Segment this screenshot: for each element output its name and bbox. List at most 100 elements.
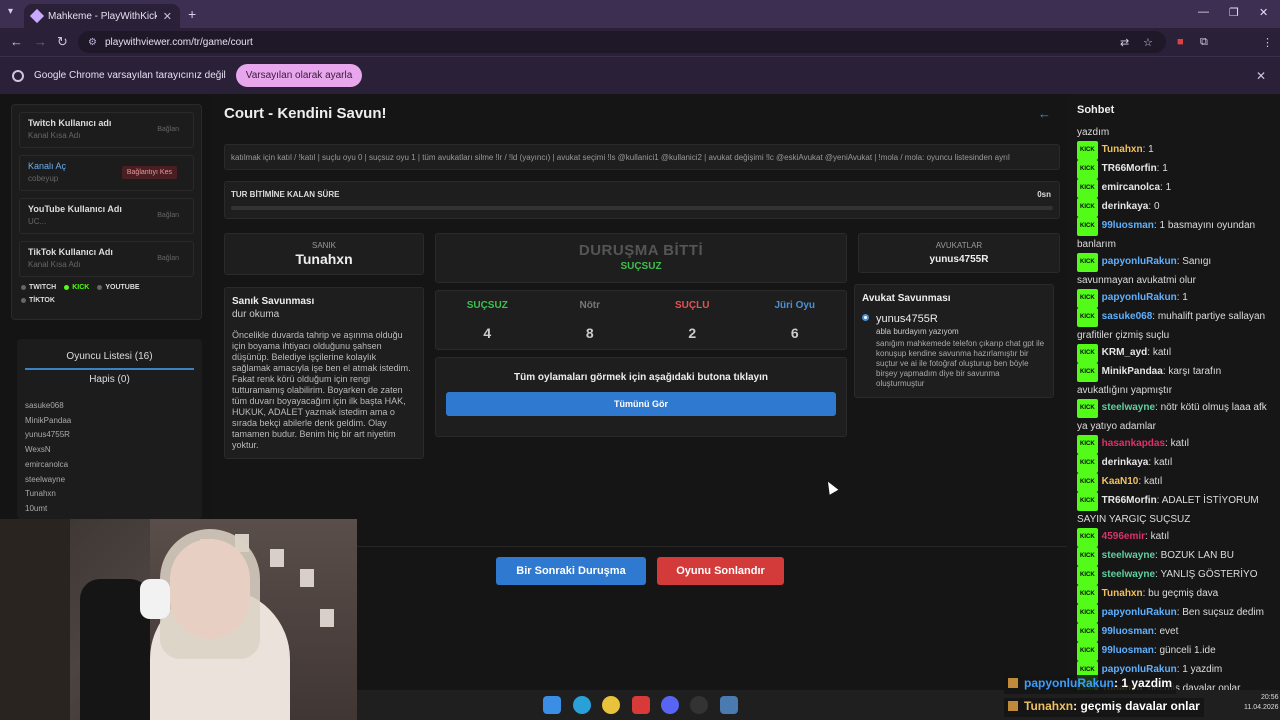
webcam-photo — [300, 569, 314, 587]
menu-kebab-icon[interactable]: ⋮ — [1262, 36, 1273, 49]
chat-message: KICK steelwayne: BOZUK LAN BU — [1077, 547, 1270, 566]
kick-badge-icon: KICK — [1077, 253, 1098, 272]
lawyers-name: yunus4755R — [929, 254, 989, 265]
radio-icon[interactable] — [862, 314, 869, 321]
chat-username[interactable]: KaaN10 — [1102, 476, 1139, 487]
chat-username[interactable]: hasankapdas — [1102, 438, 1165, 449]
chat-username[interactable]: derinkaya — [1102, 201, 1149, 212]
new-tab-icon[interactable]: + — [188, 6, 196, 22]
defendant-defense: Sanık Savunması dur okuma Öncelikle duva… — [224, 287, 424, 459]
kick-badge-icon: KICK — [1077, 454, 1098, 473]
app-icon[interactable] — [632, 696, 650, 714]
defense-title: Sanık Savunması — [232, 296, 315, 307]
chat-username[interactable]: papyonluRakun — [1102, 607, 1177, 618]
chat-username[interactable]: steelwayne — [1102, 550, 1155, 561]
viewer-icon — [1008, 678, 1018, 688]
back-arrow-icon[interactable]: ← — [1038, 106, 1051, 121]
next-trial-button[interactable]: Bir Sonraki Duruşma — [496, 557, 646, 585]
trial-status-card: DURUŞMA BİTTİ SUÇSUZ — [435, 233, 847, 283]
chat-username[interactable]: MinikPandaa — [1102, 366, 1163, 377]
site-info-icon[interactable]: ⚙ — [88, 37, 97, 48]
end-game-button[interactable]: Oyunu Sonlandır — [657, 557, 784, 585]
tab-court[interactable]: Mahkeme - PlayWithKick | Play ✕ — [24, 4, 180, 28]
chat-username[interactable]: TR66Morfin — [1102, 495, 1157, 506]
chat-username[interactable]: 99luosman — [1102, 220, 1154, 231]
chrome-taskbar-icon[interactable] — [602, 696, 620, 714]
windows-start-icon[interactable] — [543, 696, 561, 714]
accounts-panel: Twitch Kullanıcı adı Kanal Kısa Adı Bağl… — [11, 104, 202, 320]
tiktok-connect-button[interactable]: Bağlan — [157, 255, 179, 262]
chat-username[interactable]: emircanolca — [1102, 182, 1160, 193]
set-default-button[interactable]: Varsayılan olarak ayarla — [235, 64, 363, 87]
see-all-button[interactable]: Tümünü Gör — [446, 392, 836, 416]
vote-count: 2 — [688, 325, 697, 341]
disconnect-button[interactable]: Bağlantıyı Kes — [121, 166, 177, 179]
timer-label: TUR BİTİMİNE KALAN SÜRE — [231, 190, 340, 199]
kick-badge-icon: KICK — [1077, 623, 1098, 642]
overlay-chat-line: papyonluRakun: 1 yazdim — [1004, 675, 1177, 694]
maximize-icon[interactable]: ❐ — [1229, 6, 1239, 19]
timer-progress-bar — [231, 206, 1053, 210]
chat-username[interactable]: papyonluRakun — [1102, 256, 1177, 267]
tab-search-icon[interactable]: ▾ — [8, 6, 13, 17]
close-tab-icon[interactable]: ✕ — [163, 10, 172, 23]
chat-message: KICK 4596emir: katıl — [1077, 528, 1270, 547]
platform-twitch: TWITCH — [21, 284, 56, 291]
timer-value: 0sn — [1037, 190, 1051, 199]
address-bar[interactable]: ⚙ playwithviewer.com/tr/game/court — [78, 31, 1166, 53]
chat-text: Ben suçsuz dedim — [1182, 607, 1264, 618]
bookmark-star-icon[interactable]: ☆ — [1143, 36, 1153, 49]
minimize-icon[interactable]: — — [1198, 6, 1209, 18]
chat-username[interactable]: papyonluRakun — [1102, 292, 1177, 303]
obs-icon[interactable] — [690, 696, 708, 714]
reload-icon[interactable]: ↻ — [57, 34, 68, 50]
list-item: MinikPandaa — [25, 415, 72, 425]
kick-badge-icon: KICK — [1077, 604, 1098, 623]
chat-username[interactable]: Tunahxn — [1102, 144, 1143, 155]
chat-username[interactable]: 4596emir — [1102, 531, 1145, 542]
twitch-connect-button[interactable]: Bağlan — [157, 126, 179, 133]
forward-icon[interactable]: → — [34, 34, 47, 49]
trial-verdict: SUÇSUZ — [620, 261, 662, 272]
vote-count: 4 — [483, 325, 492, 341]
extension-icon[interactable]: ■ — [1177, 36, 1184, 48]
close-window-icon[interactable]: ✕ — [1259, 6, 1268, 19]
discord-icon[interactable] — [661, 696, 679, 714]
tab-jail[interactable]: Hapis (0) — [25, 370, 194, 391]
chat-username[interactable]: steelwayne — [1102, 569, 1155, 580]
chat-username[interactable]: 99luosman — [1102, 645, 1154, 656]
kick-badge-icon: KICK — [1077, 308, 1098, 327]
overlay-text: : 1 yazdim — [1114, 676, 1173, 690]
kick-badge-icon: KICK — [1077, 492, 1098, 511]
chat-username[interactable]: 99luosman — [1102, 626, 1154, 637]
chat-username[interactable]: derinkaya — [1102, 457, 1149, 468]
chat-username[interactable]: steelwayne — [1102, 402, 1155, 413]
extensions-puzzle-icon[interactable]: ⧉ — [1200, 36, 1208, 49]
edge-icon[interactable] — [573, 696, 591, 714]
tab-player-list[interactable]: Oyuncu Listesi (16) — [25, 347, 194, 370]
chat-username[interactable]: KRM_ayd — [1102, 347, 1148, 358]
back-icon[interactable]: ← — [10, 34, 23, 49]
youtube-connect-button[interactable]: Bağlan — [157, 212, 179, 219]
default-browser-infobar: Google Chrome varsayılan tarayıcınız değ… — [0, 56, 1280, 94]
lawyer-entry-name: yunus4755R — [876, 313, 938, 325]
list-item: emircanolca — [25, 459, 69, 469]
clock-date: 11.04.2026 — [1244, 704, 1279, 711]
chat-text: katıl — [1153, 457, 1173, 468]
chat-username[interactable]: sasuke068 — [1102, 311, 1153, 322]
vote-count: 8 — [585, 325, 594, 341]
translate-icon[interactable]: ⇄ — [1120, 36, 1129, 49]
viewer-icon — [1008, 701, 1018, 711]
platform-tiktok: TİKTOK — [21, 297, 55, 304]
chat-list: KICK Tunahxn: 1 KICK TR66Morfin: 1 KICK emirc… — [1077, 141, 1270, 699]
kick-badge-icon: KICK — [1077, 585, 1098, 604]
chat-username[interactable]: Tunahxn — [1102, 588, 1143, 599]
app-icon-2[interactable] — [720, 696, 738, 714]
kick-badge-icon: KICK — [1077, 399, 1098, 418]
chat-username[interactable]: TR66Morfin — [1102, 163, 1157, 174]
chat-message: yazdım — [1077, 127, 1110, 138]
chat-message: KICK TR66Morfin: ADALET İSTİYORUM SAYIN Y… — [1077, 492, 1270, 528]
chat-username[interactable]: papyonluRakun — [1102, 664, 1177, 675]
infobar-close-icon[interactable]: ✕ — [1256, 69, 1266, 83]
lawyer-entry[interactable]: yunus4755R abla burdayım yazıyom sanığım… — [862, 313, 1046, 389]
